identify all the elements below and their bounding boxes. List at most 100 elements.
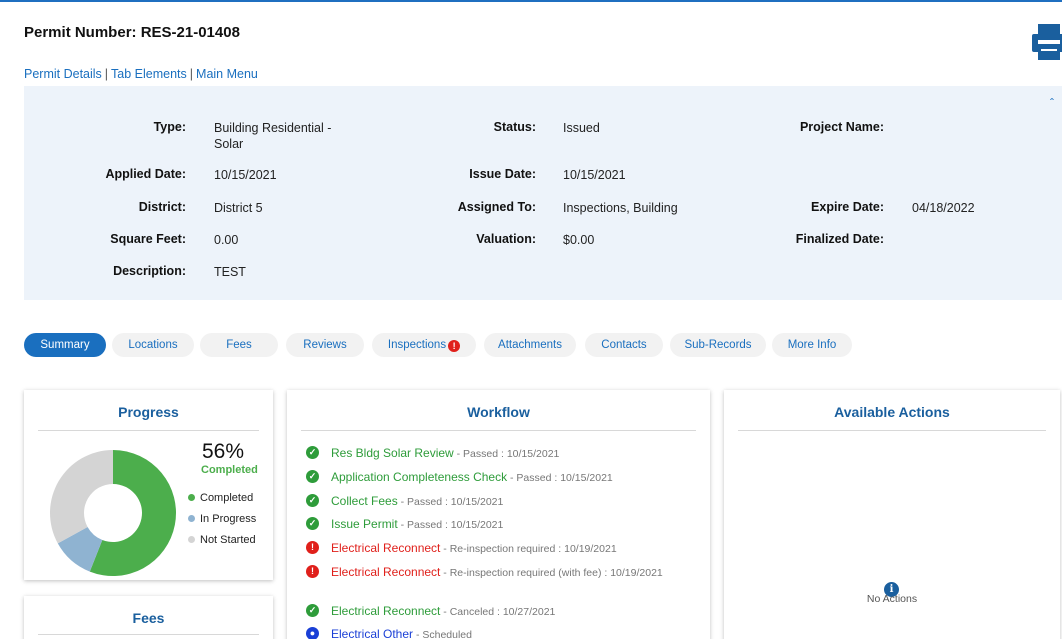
- workflow-item-name[interactable]: Electrical Reconnect: [331, 604, 440, 618]
- expire-date-value: 04/18/2022: [912, 201, 975, 215]
- workflow-item-name[interactable]: Issue Permit: [331, 517, 398, 531]
- tab-locations[interactable]: Locations: [112, 333, 194, 357]
- issue-date-label: Issue Date:: [469, 167, 536, 181]
- available-actions-title: Available Actions: [834, 404, 950, 420]
- square-feet-label: Square Feet:: [110, 232, 186, 246]
- page-title: Permit Number: RES-21-01408: [24, 24, 240, 41]
- district-label: District:: [138, 200, 186, 214]
- workflow-item-detail: - Passed : 10/15/2021: [507, 472, 613, 484]
- divider: [38, 634, 259, 635]
- divider: [301, 430, 696, 431]
- check-circle-icon: ✓: [306, 446, 319, 459]
- legend-completed: Completed: [188, 492, 253, 504]
- workflow-item-detail: - Passed : 10/15/2021: [453, 448, 560, 460]
- valuation-label: Valuation:: [476, 232, 536, 246]
- workflow-title: Workflow: [467, 404, 530, 420]
- legend-not-started-label: Not Started: [200, 534, 256, 546]
- workflow-item-detail: - Passed : 10/15/2021: [397, 519, 504, 531]
- top-accent-line: [0, 0, 1062, 2]
- description-label: Description:: [113, 264, 186, 278]
- type-value: Building Residential - Solar: [214, 120, 374, 152]
- legend-completed-label: Completed: [200, 492, 254, 504]
- legend-not-started: Not Started: [188, 534, 256, 546]
- status-label: Status:: [493, 120, 536, 134]
- workflow-card: Workflow ✓ Res Bldg Solar Review - Passe…: [287, 390, 710, 639]
- donut-segment-not-started: [50, 450, 113, 544]
- nav-separator: |: [189, 67, 194, 81]
- district-value: District 5: [214, 201, 263, 215]
- assigned-to-label: Assigned To:: [457, 200, 536, 214]
- type-value-line: Building Residential -: [214, 121, 332, 135]
- issue-date-value: 10/15/2021: [563, 168, 626, 182]
- nav-permit-details-link[interactable]: Permit Details: [24, 67, 102, 81]
- breadcrumb-nav: Permit Details | Tab Elements | Main Menu: [24, 67, 258, 81]
- alert-circle-icon: !: [306, 565, 319, 578]
- tab-inspections[interactable]: Inspections!: [372, 333, 476, 357]
- check-circle-icon: ✓: [306, 517, 319, 530]
- available-actions-card: Available Actions i No Actions: [724, 390, 1060, 639]
- scheduled-dot-icon: ●: [306, 627, 319, 639]
- legend-in-progress-label: In Progress: [200, 513, 257, 525]
- fees-card: Fees: [24, 596, 273, 639]
- workflow-item-text: Collect Fees - Passed : 10/15/2021: [331, 493, 676, 510]
- no-actions-text: No Actions: [866, 593, 918, 605]
- progress-card: Progress 56% Completed Completed In Prog…: [24, 390, 273, 580]
- progress-donut-chart: [50, 450, 177, 576]
- tab-summary[interactable]: Summary: [24, 333, 106, 357]
- finalized-date-label: Finalized Date:: [795, 232, 884, 246]
- type-value-line: Solar: [214, 137, 244, 151]
- applied-date-value: 10/15/2021: [214, 168, 277, 182]
- check-circle-icon: ✓: [306, 604, 319, 617]
- workflow-item-name[interactable]: Electrical Reconnect: [331, 565, 440, 579]
- alert-badge-icon: !: [448, 340, 461, 352]
- project-name-label: Project Name:: [799, 120, 884, 134]
- square-feet-value: 0.00: [214, 233, 239, 247]
- assigned-to-value: Inspections, Building: [563, 201, 678, 215]
- nav-main-menu-link[interactable]: Main Menu: [196, 67, 258, 81]
- workflow-item-name[interactable]: Electrical Reconnect: [331, 541, 440, 555]
- legend-dot-icon: [188, 515, 195, 522]
- tab-inspections-label: Inspections: [387, 339, 447, 351]
- nav-separator: |: [104, 67, 109, 81]
- divider: [738, 430, 1046, 431]
- alert-circle-icon: !: [306, 541, 319, 554]
- progress-percent-label: Completed: [201, 464, 258, 476]
- nav-tab-elements-link[interactable]: Tab Elements: [111, 67, 187, 81]
- workflow-item-name[interactable]: Electrical Other: [331, 627, 413, 639]
- description-value: TEST: [214, 265, 246, 279]
- check-circle-icon: ✓: [306, 494, 319, 507]
- status-value: Issued: [563, 121, 600, 135]
- workflow-item-text: Electrical Reconnect - Re-inspection req…: [331, 564, 676, 581]
- workflow-item-detail: - Scheduled: [413, 629, 472, 639]
- permit-details-panel: ˆ Type: Building Residential - Solar Sta…: [24, 86, 1062, 300]
- tab-attachments[interactable]: Attachments: [484, 333, 576, 357]
- tab-contacts[interactable]: Contacts: [585, 333, 663, 357]
- valuation-value: $0.00: [563, 233, 595, 247]
- workflow-item-text: Res Bldg Solar Review - Passed : 10/15/2…: [331, 445, 676, 462]
- check-circle-icon: ✓: [306, 470, 319, 483]
- workflow-item-text: Electrical Reconnect - Re-inspection req…: [331, 540, 676, 557]
- expire-date-label: Expire Date:: [811, 200, 884, 214]
- progress-percent: 56%: [202, 440, 245, 463]
- workflow-item-name[interactable]: Collect Fees: [331, 494, 398, 508]
- workflow-item-text: Issue Permit - Passed : 10/15/2021: [331, 516, 676, 533]
- workflow-item-detail: - Re-inspection required (with fee) : 10…: [440, 567, 663, 579]
- print-icon[interactable]: [1030, 22, 1062, 62]
- workflow-item-text: Electrical Reconnect - Canceled : 10/27/…: [331, 603, 676, 620]
- tab-more-info[interactable]: More Info: [772, 333, 852, 357]
- chevron-up-icon[interactable]: ˆ: [1050, 96, 1054, 110]
- progress-title: Progress: [118, 404, 179, 420]
- workflow-item-detail: - Re-inspection required : 10/19/2021: [440, 543, 617, 555]
- workflow-item-name[interactable]: Res Bldg Solar Review: [331, 446, 454, 460]
- tab-sub-records[interactable]: Sub-Records: [670, 333, 766, 357]
- fees-card-title: Fees: [132, 610, 165, 626]
- type-label: Type:: [153, 120, 186, 134]
- tab-reviews[interactable]: Reviews: [286, 333, 364, 357]
- tab-fees[interactable]: Fees: [200, 333, 278, 357]
- workflow-item-name[interactable]: Application Completeness Check: [331, 470, 507, 484]
- legend-in-progress: In Progress: [188, 513, 256, 525]
- workflow-item-text: Application Completeness Check - Passed …: [331, 469, 676, 486]
- workflow-item-text: Electrical Other - Scheduled: [331, 626, 676, 639]
- divider: [38, 430, 259, 431]
- workflow-item-detail: - Passed : 10/15/2021: [397, 496, 504, 508]
